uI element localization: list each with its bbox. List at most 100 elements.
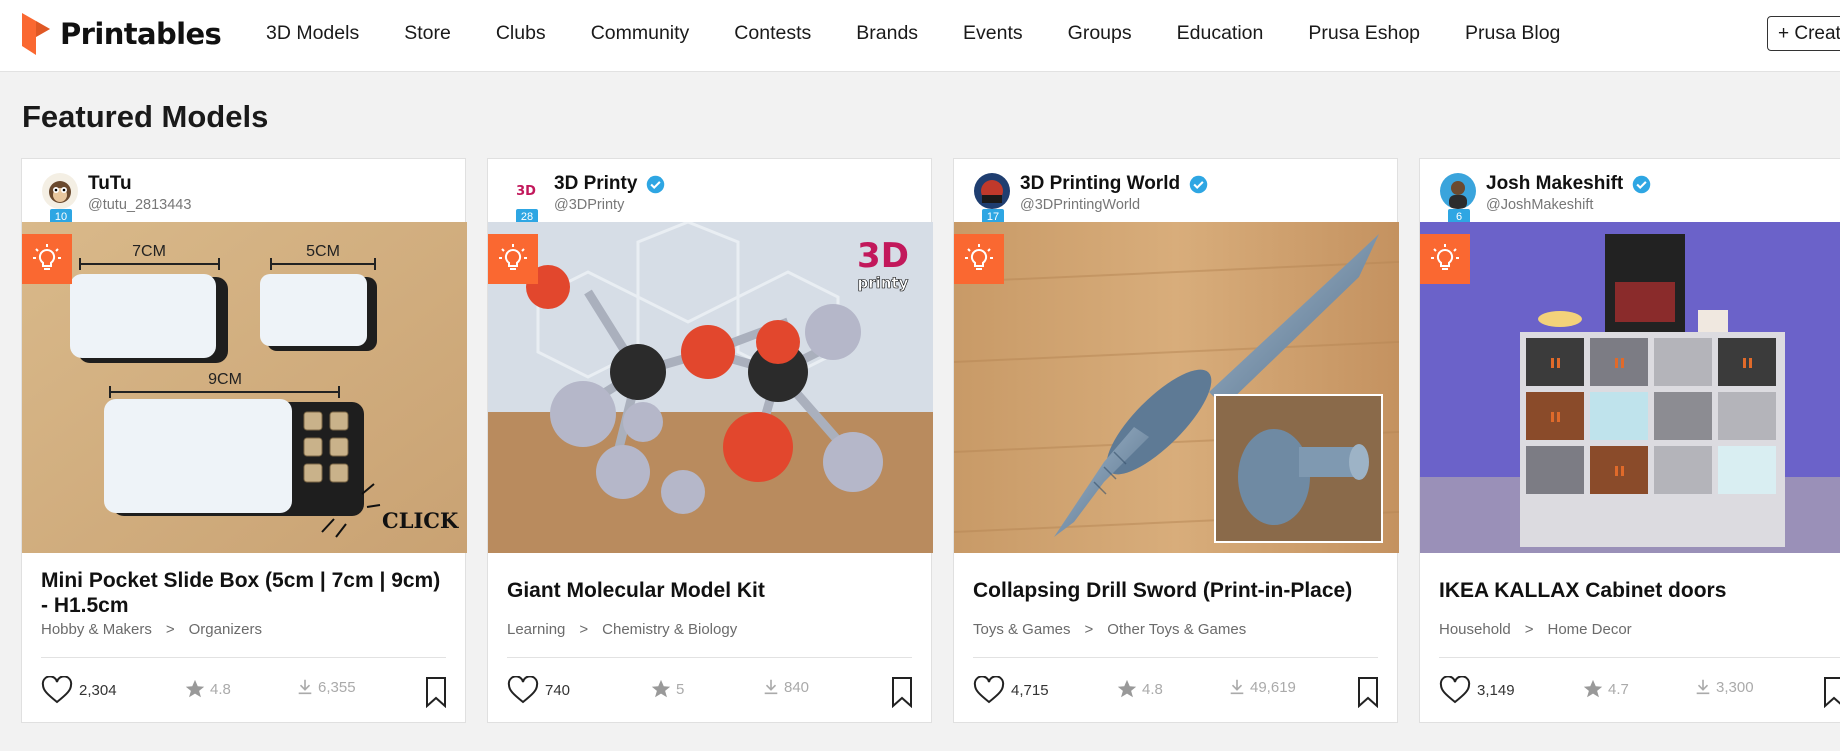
author-name[interactable]: Josh Makeshift — [1486, 173, 1652, 195]
author-name[interactable]: 3D Printing World — [1020, 173, 1209, 195]
idea-badge — [22, 234, 72, 284]
create-button[interactable]: + Create — [1767, 16, 1840, 51]
subcategory-link[interactable]: Home Decor — [1547, 621, 1631, 638]
section-title: Featured Models — [22, 99, 269, 134]
like-count: 740 — [545, 681, 571, 699]
lightbulb-icon — [1431, 244, 1459, 270]
subcategory-link[interactable]: Organizers — [189, 621, 262, 638]
heart-icon — [507, 676, 539, 704]
subcategory-link[interactable]: Chemistry & Biology — [602, 621, 737, 638]
avatar[interactable] — [974, 173, 1010, 209]
model-title[interactable]: IKEA KALLAX Cabinet doors — [1439, 578, 1840, 603]
card-divider — [973, 657, 1378, 658]
category-link[interactable]: Learning — [507, 621, 565, 638]
like-button[interactable]: 2,304 — [41, 676, 117, 704]
subcategory-link[interactable]: Other Toys & Games — [1107, 621, 1246, 638]
nav-prusa-blog[interactable]: Prusa Blog — [1465, 22, 1560, 45]
like-count: 4,715 — [1011, 681, 1049, 699]
nav-clubs[interactable]: Clubs — [496, 22, 546, 45]
logo-text: Printables — [60, 17, 222, 51]
svg-text:9CM: 9CM — [208, 371, 242, 388]
like-count: 2,304 — [79, 681, 117, 699]
rating-value: 4.8 — [210, 680, 231, 698]
bookmark-button[interactable] — [890, 676, 914, 713]
downloads: 840 — [762, 678, 809, 696]
bookmark-icon — [892, 677, 912, 709]
drill-sword-photo — [954, 222, 1399, 553]
category-link[interactable]: Toys & Games — [973, 621, 1071, 638]
nav-contests[interactable]: Contests — [734, 22, 811, 45]
rating: 4.8 — [1116, 678, 1163, 700]
rating-value: 4.8 — [1142, 680, 1163, 698]
model-image[interactable]: 3D printy — [488, 222, 933, 553]
nav-brands[interactable]: Brands — [856, 22, 918, 45]
model-card[interactable]: 6 Josh Makeshift @JoshMakeshift IKEA KAL… — [1419, 158, 1840, 723]
downloads: 6,355 — [296, 678, 356, 696]
main-nav: 3D Models Store Clubs Community Contests… — [266, 0, 1605, 66]
rating-value: 5 — [676, 680, 685, 698]
verified-badge-icon — [1633, 175, 1651, 193]
downloads: 3,300 — [1694, 678, 1754, 696]
svg-text:7CM: 7CM — [132, 243, 166, 260]
lightbulb-icon — [965, 244, 993, 270]
model-card[interactable]: 17 3D Printing World @3DPrintingWorld Co… — [953, 158, 1399, 723]
download-icon — [764, 679, 778, 695]
author-handle: @3DPrinty — [554, 197, 625, 213]
author-name[interactable]: TuTu — [88, 173, 132, 195]
nav-prusa-eshop[interactable]: Prusa Eshop — [1308, 22, 1420, 45]
kallax-doors-photo — [1420, 222, 1840, 553]
avatar[interactable]: 3D — [508, 173, 544, 209]
avatar[interactable] — [42, 173, 78, 209]
category-link[interactable]: Hobby & Makers — [41, 621, 152, 638]
model-card[interactable]: 3D 28 3D Printy @3DPrinty 3D printy Gian… — [487, 158, 933, 723]
bookmark-button[interactable] — [1356, 676, 1380, 713]
model-stats: 4,715 4.8 49,619 — [973, 676, 1380, 709]
category-breadcrumb: Learning > Chemistry & Biology — [507, 621, 738, 638]
author-name[interactable]: 3D Printy — [554, 173, 666, 195]
monkey-avatar-icon — [42, 173, 78, 209]
model-image[interactable]: 7CM 5CM 9CM CLICK — [22, 222, 467, 553]
top-navigation-bar: Printables 3D Models Store Clubs Communi… — [0, 0, 1840, 72]
idea-badge — [954, 234, 1004, 284]
like-button[interactable]: 3,149 — [1439, 676, 1515, 704]
nav-3d-models[interactable]: 3D Models — [266, 22, 359, 45]
model-stats: 3,149 4.7 3,300 — [1439, 676, 1840, 709]
star-icon — [651, 679, 671, 698]
download-count: 3,300 — [1716, 678, 1754, 696]
model-title[interactable]: Giant Molecular Model Kit — [507, 578, 917, 603]
model-title[interactable]: Collapsing Drill Sword (Print-in-Place) — [973, 578, 1383, 603]
slide-box-photo: 7CM 5CM 9CM CLICK — [22, 222, 467, 553]
nav-community[interactable]: Community — [591, 22, 690, 45]
avatar[interactable] — [1440, 173, 1476, 209]
category-link[interactable]: Household — [1439, 621, 1511, 638]
idea-badge — [488, 234, 538, 284]
download-icon — [1230, 679, 1244, 695]
like-button[interactable]: 740 — [507, 676, 570, 704]
like-button[interactable]: 4,715 — [973, 676, 1049, 704]
model-title[interactable]: Mini Pocket Slide Box (5cm | 7cm | 9cm) … — [41, 568, 451, 618]
model-card[interactable]: 10 TuTu @tutu_2813443 7CM 5CM 9CM CLICK … — [21, 158, 467, 723]
nav-events[interactable]: Events — [963, 22, 1023, 45]
nav-store[interactable]: Store — [404, 22, 451, 45]
model-image[interactable] — [1420, 222, 1840, 553]
joshmakeshift-avatar-icon — [1440, 173, 1476, 209]
lightbulb-icon — [499, 244, 527, 270]
author-handle: @JoshMakeshift — [1486, 197, 1594, 213]
category-breadcrumb: Hobby & Makers > Organizers — [41, 621, 262, 638]
nav-groups[interactable]: Groups — [1068, 22, 1132, 45]
bookmark-button[interactable] — [1822, 676, 1840, 713]
svg-text:printy: printy — [858, 274, 909, 292]
printables-logo[interactable]: Printables — [20, 12, 222, 56]
author-handle: @3DPrintingWorld — [1020, 197, 1141, 213]
downloads: 49,619 — [1228, 678, 1296, 696]
download-icon — [298, 679, 312, 695]
bookmark-icon — [1358, 677, 1378, 709]
heart-icon — [1439, 676, 1471, 704]
rating: 5 — [650, 678, 684, 700]
heart-icon — [41, 676, 73, 704]
bookmark-icon — [426, 677, 446, 709]
model-image[interactable] — [954, 222, 1399, 553]
bookmark-button[interactable] — [424, 676, 448, 713]
nav-education[interactable]: Education — [1177, 22, 1264, 45]
category-breadcrumb: Toys & Games > Other Toys & Games — [973, 621, 1247, 638]
